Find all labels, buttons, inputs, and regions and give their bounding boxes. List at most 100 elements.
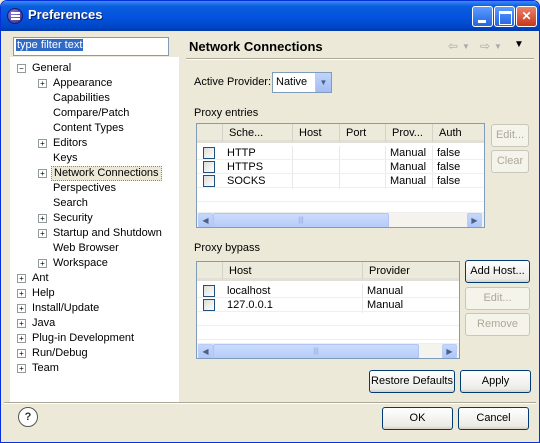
help-icon[interactable]: ?	[18, 407, 38, 427]
view-menu-icon[interactable]: ▼	[514, 39, 524, 50]
expand-icon[interactable]: +	[17, 304, 26, 313]
tree-item-perspectives[interactable]: Perspectives	[10, 181, 179, 196]
expand-icon[interactable]: +	[38, 229, 47, 238]
filter-input[interactable]: type filter text	[13, 37, 169, 56]
restore-defaults-button[interactable]: Restore Defaults	[369, 370, 455, 393]
column-header-provider[interactable]: Provider	[363, 262, 459, 281]
tree-item-team[interactable]: + Team	[10, 361, 179, 376]
expand-icon[interactable]: +	[17, 289, 26, 298]
tree-item-label: Perspectives	[53, 182, 116, 194]
entry-checkbox[interactable]	[203, 175, 215, 187]
filter-input-text: type filter text	[16, 39, 84, 51]
proxy-bypass-label: Proxy bypass	[194, 242, 261, 254]
tree-item-plug-in-development[interactable]: + Plug-in Development	[10, 331, 179, 346]
scroll-right-icon[interactable]: ▶	[467, 213, 482, 227]
ok-button[interactable]: OK	[382, 407, 453, 430]
expand-icon[interactable]: +	[38, 214, 47, 223]
tree-item-label: Search	[53, 197, 88, 209]
eclipse-logo-icon	[7, 8, 23, 24]
tree-item-security[interactable]: + Security	[10, 211, 179, 226]
minimize-button[interactable]	[472, 6, 493, 27]
tree-item-web-browser[interactable]: Web Browser	[10, 241, 179, 256]
tree-item-content-types[interactable]: Content Types	[10, 121, 179, 136]
table-row[interactable]: 127.0.0.1 Manual	[197, 298, 459, 313]
header-checkbox-column	[197, 262, 223, 281]
remove-host-button[interactable]: Remove	[465, 313, 530, 336]
tree-item-general[interactable]: − General	[10, 61, 179, 76]
tree-item-network-connections[interactable]: + Network Connections	[10, 166, 179, 181]
tree-item-label: Network Connections	[51, 166, 162, 181]
scroll-left-icon[interactable]: ◀	[198, 213, 213, 227]
tree-item-startup-and-shutdown[interactable]: + Startup and Shutdown	[10, 226, 179, 241]
bypass-checkbox[interactable]	[203, 299, 215, 311]
tree-item-ant[interactable]: + Ant	[10, 271, 179, 286]
proxy-entries-label: Proxy entries	[194, 107, 259, 119]
close-button[interactable]: ✕	[516, 6, 537, 27]
column-header-host[interactable]: Host	[293, 124, 340, 143]
scroll-thumb[interactable]: |||	[213, 344, 419, 358]
active-provider-select[interactable]: Native ▼	[272, 72, 332, 93]
column-header-sche[interactable]: Sche...	[223, 124, 293, 143]
forward-arrow-icon[interactable]: ⇨	[480, 39, 490, 53]
cancel-button[interactable]: Cancel	[458, 407, 529, 430]
expand-icon[interactable]: +	[17, 349, 26, 358]
clear-entry-button[interactable]: Clear	[491, 150, 529, 173]
expand-icon[interactable]: +	[17, 334, 26, 343]
tree-item-label: Web Browser	[53, 242, 119, 254]
table-row[interactable]: HTTPS Manual false	[197, 160, 484, 175]
row-divider	[197, 187, 484, 188]
tree-item-compare-patch[interactable]: Compare/Patch	[10, 106, 179, 121]
tree-item-label: Startup and Shutdown	[53, 227, 162, 239]
edit-entry-button[interactable]: Edit...	[491, 124, 529, 147]
entry-checkbox[interactable]	[203, 161, 215, 173]
column-header-auth[interactable]: Auth	[433, 124, 484, 143]
tree-item-appearance[interactable]: + Appearance	[10, 76, 179, 91]
horizontal-scrollbar[interactable]: ◀ ||| ▶	[197, 212, 484, 227]
preference-tree[interactable]: − General + Appearance Capabilities Compare/P…	[10, 57, 179, 402]
tree-item-install-update[interactable]: + Install/Update	[10, 301, 179, 316]
bypass-checkbox[interactable]	[203, 285, 215, 297]
expand-icon[interactable]: +	[38, 259, 47, 268]
back-arrow-icon[interactable]: ⇦	[448, 39, 458, 53]
maximize-button[interactable]	[494, 6, 515, 27]
table-row[interactable]: HTTP Manual false	[197, 146, 484, 161]
tree-item-label: Java	[32, 317, 56, 329]
tree-item-help[interactable]: + Help	[10, 286, 179, 301]
expand-icon[interactable]: +	[17, 319, 26, 328]
expand-icon[interactable]: +	[38, 169, 47, 178]
expand-icon[interactable]: +	[17, 364, 26, 373]
apply-button[interactable]: Apply	[460, 370, 531, 393]
add-host-button[interactable]: Add Host...	[465, 260, 530, 283]
tree-item-java[interactable]: + Java	[10, 316, 179, 331]
sash-splitter[interactable]	[180, 31, 185, 403]
tree-item-workspace[interactable]: + Workspace	[10, 256, 179, 271]
expand-icon[interactable]: +	[17, 274, 26, 283]
column-header-port[interactable]: Port	[340, 124, 386, 143]
table-row[interactable]: localhost Manual	[197, 284, 459, 299]
back-dropdown-icon[interactable]: ▼	[462, 42, 470, 51]
proxy-bypass-table[interactable]: Host Provider localhost Manual 127.0.0.1 Manu…	[196, 261, 460, 359]
row-divider	[197, 297, 459, 298]
tree-item-editors[interactable]: + Editors	[10, 136, 179, 151]
column-header-host[interactable]: Host	[223, 262, 363, 281]
tree-item-capabilities[interactable]: Capabilities	[10, 91, 179, 106]
entry-checkbox[interactable]	[203, 147, 215, 159]
scroll-thumb[interactable]: |||	[213, 213, 389, 227]
preferences-window: Preferences ✕ type filter text − General +…	[0, 0, 540, 443]
table-row[interactable]: SOCKS Manual false	[197, 174, 484, 189]
expand-icon[interactable]: +	[38, 79, 47, 88]
edit-host-button[interactable]: Edit...	[465, 287, 530, 310]
title-bar[interactable]: Preferences ✕	[1, 1, 539, 31]
tree-item-keys[interactable]: Keys	[10, 151, 179, 166]
forward-dropdown-icon[interactable]: ▼	[494, 42, 502, 51]
tree-item-label: General	[32, 62, 72, 74]
horizontal-scrollbar[interactable]: ◀ ||| ▶	[197, 343, 459, 358]
expand-icon[interactable]: +	[38, 139, 47, 148]
tree-item-run-debug[interactable]: + Run/Debug	[10, 346, 179, 361]
scroll-right-icon[interactable]: ▶	[442, 344, 457, 358]
column-header-prov[interactable]: Prov...	[386, 124, 433, 143]
scroll-left-icon[interactable]: ◀	[198, 344, 213, 358]
tree-item-search[interactable]: Search	[10, 196, 179, 211]
collapse-icon[interactable]: −	[17, 64, 26, 73]
proxy-entries-table[interactable]: Sche... Host Port Prov... Auth HTTP Manual fals…	[196, 123, 485, 228]
